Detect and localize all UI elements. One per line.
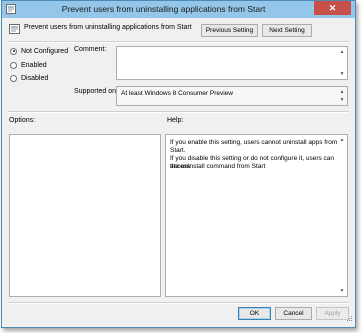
radio-enabled[interactable]: Enabled: [10, 60, 47, 70]
radio-button[interactable]: [10, 74, 17, 82]
scroll-up-arrow-icon[interactable]: ▲: [338, 48, 346, 56]
window-title: Prevent users from uninstalling applicat…: [61, 4, 266, 14]
radio-label: Disabled: [21, 74, 49, 82]
help-label: Help:: [167, 117, 184, 124]
ok-button[interactable]: OK: [238, 307, 271, 320]
scroll-up-arrow-icon[interactable]: ▲: [338, 88, 346, 96]
radio-button[interactable]: [10, 61, 17, 69]
options-label: Options:: [9, 117, 36, 124]
radio-label: Enabled: [21, 61, 47, 69]
policy-name: Prevent users from uninstalling applicat…: [24, 24, 192, 31]
radio-button-checked[interactable]: [10, 47, 17, 55]
help-paragraph-1: If you enable this setting, users cannot…: [170, 139, 338, 154]
cancel-button[interactable]: Cancel: [275, 307, 312, 320]
policy-setting-icon: [6, 4, 16, 14]
radio-disabled[interactable]: Disabled: [10, 73, 48, 83]
scroll-down-arrow-icon[interactable]: ▼: [338, 96, 346, 104]
help-panel: If you enable this setting, users cannot…: [165, 134, 348, 297]
options-panel: [9, 134, 161, 297]
title-bar[interactable]: Prevent users from uninstalling applicat…: [2, 1, 355, 18]
comment-textarea[interactable]: ▲ ▼: [116, 46, 348, 80]
supported-on-label: Supported on:: [74, 88, 118, 95]
section-divider: [8, 111, 349, 113]
previous-setting-button[interactable]: Previous Setting: [201, 24, 258, 37]
policy-setting-icon: [9, 24, 20, 34]
radio-not-configured[interactable]: Not Configured: [10, 46, 68, 56]
header-divider: [8, 41, 349, 43]
dialog-body: Prevent users from uninstalling applicat…: [6, 18, 353, 324]
radio-label: Not Configured: [21, 47, 69, 55]
supported-on-value: At least Windows 8 Consumer Preview: [121, 90, 233, 97]
next-setting-button[interactable]: Next Setting: [262, 24, 312, 37]
policy-dialog: Prevent users from uninstalling applicat…: [1, 0, 356, 328]
comment-label: Comment:: [74, 46, 107, 53]
supported-on-field: At least Windows 8 Consumer Preview ▲ ▼: [116, 86, 348, 106]
footer-divider: [8, 302, 349, 304]
scroll-down-arrow-icon[interactable]: ▼: [338, 287, 346, 295]
scroll-down-arrow-icon[interactable]: ▼: [338, 70, 346, 78]
help-paragraph-2-line-2: the uninstall command from Start: [170, 163, 266, 170]
close-button[interactable]: ✕: [314, 1, 351, 15]
resize-grip-icon[interactable]: [345, 314, 353, 322]
scroll-up-arrow-icon[interactable]: ▲: [338, 136, 346, 144]
